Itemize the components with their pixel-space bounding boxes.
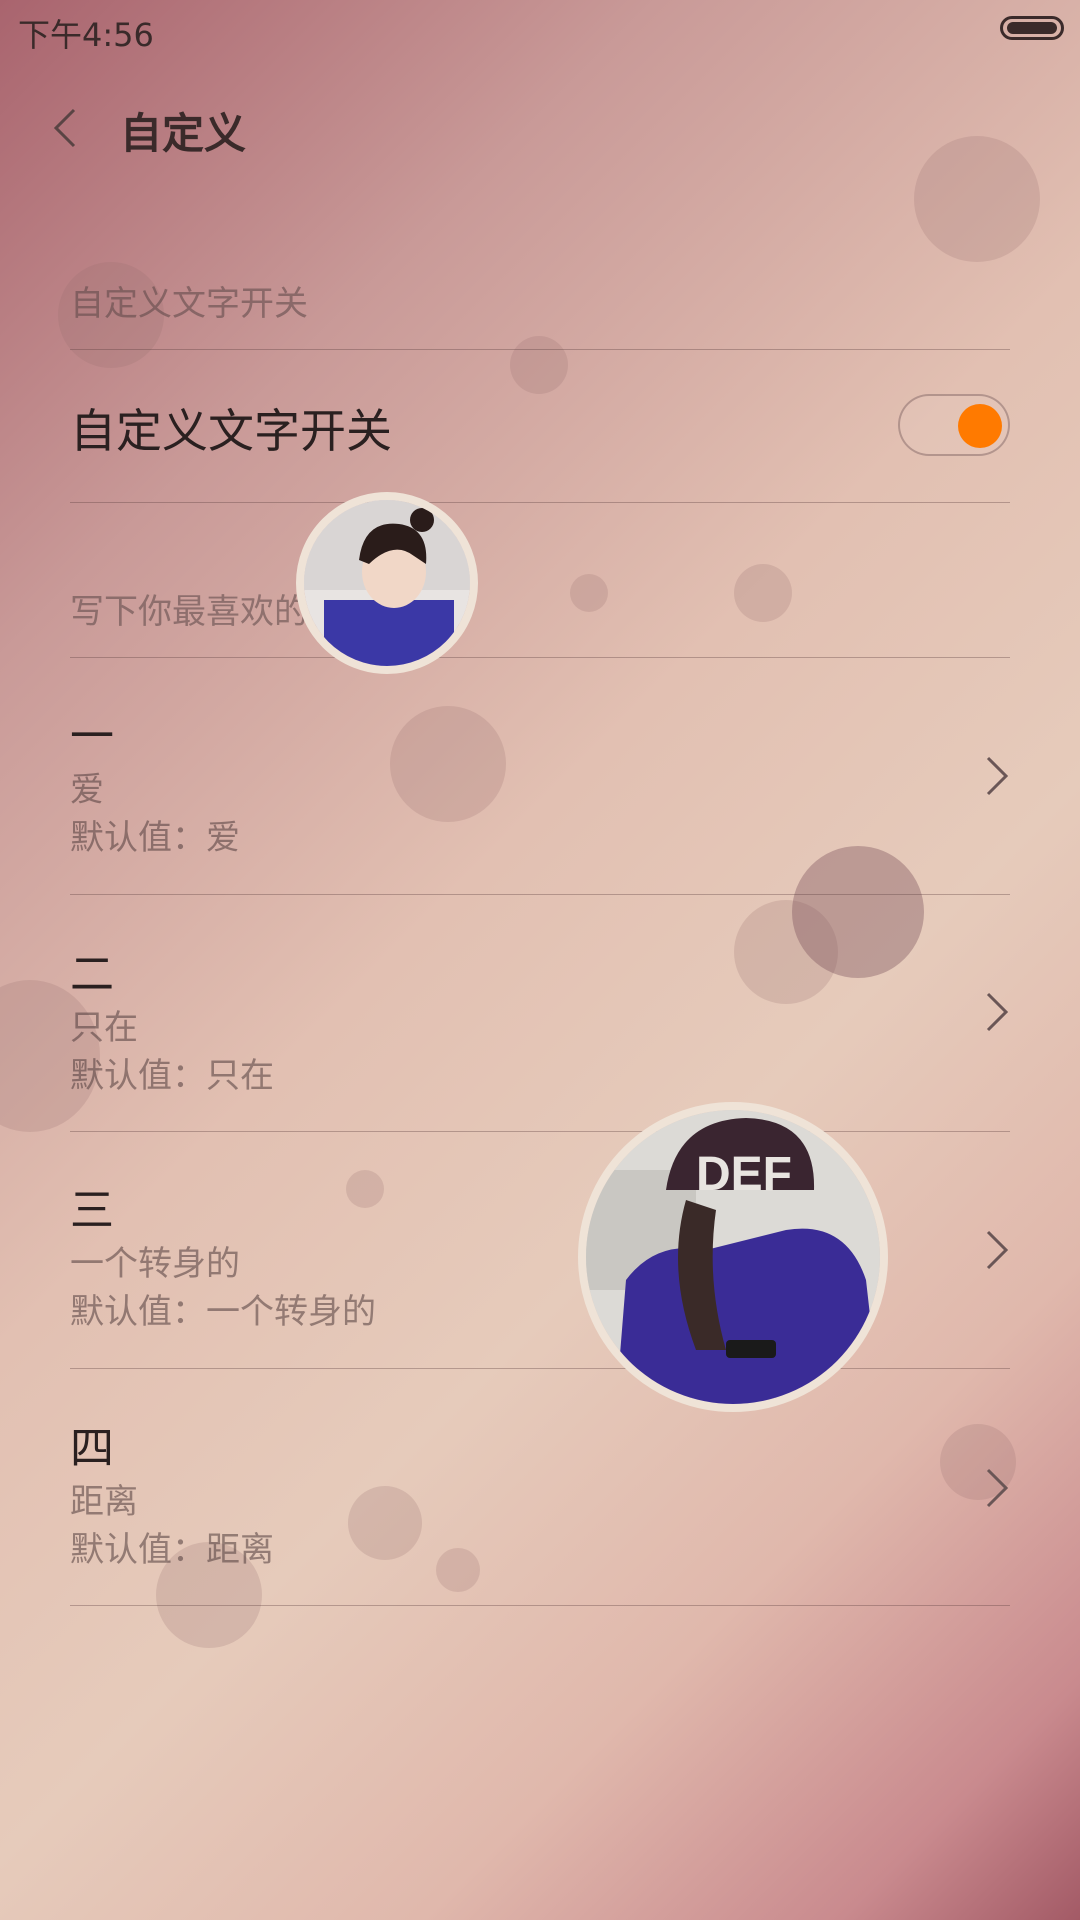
decorative-bubble <box>510 336 568 394</box>
item-title: 四 <box>70 1423 114 1474</box>
item-value: 只在 <box>70 1008 138 1048</box>
status-bar: 下午4:56 <box>0 0 1080 60</box>
header: 自定义 <box>0 90 1080 170</box>
divider <box>70 502 1010 503</box>
divider <box>70 1368 1010 1369</box>
status-time: 下午4:56 <box>18 16 154 54</box>
item-default: 默认值：只在 <box>70 1056 274 1096</box>
custom-text-toggle[interactable] <box>898 394 1010 456</box>
item-default: 默认值：距离 <box>70 1530 274 1570</box>
item-title: 三 <box>70 1185 114 1236</box>
svg-text:DEF: DEF <box>696 1148 792 1201</box>
page-title: 自定义 <box>120 109 247 158</box>
decorative-bubble <box>436 1548 480 1592</box>
item-title: 一 <box>70 711 114 762</box>
decorative-bubble <box>348 1486 422 1560</box>
chevron-right-icon <box>986 992 1009 1032</box>
item-value: 爱 <box>70 770 104 810</box>
item-default: 默认值：一个转身的 <box>70 1292 376 1332</box>
section-label-toggle: 自定义文字开关 <box>70 284 308 324</box>
chevron-right-icon <box>986 756 1009 796</box>
divider <box>70 1605 1010 1606</box>
back-chevron-icon[interactable] <box>44 104 92 152</box>
item-value: 一个转身的 <box>70 1244 240 1284</box>
battery-icon <box>1000 16 1064 40</box>
divider <box>70 657 1010 658</box>
decorative-bubble <box>390 706 506 822</box>
divider <box>70 349 1010 350</box>
decorative-bubble <box>346 1170 384 1208</box>
toggle-knob <box>958 404 1002 448</box>
divider <box>70 1131 1010 1132</box>
decorative-bubble <box>734 564 792 622</box>
toggle-row-label: 自定义文字开关 <box>70 404 392 458</box>
decorative-bubble <box>570 574 608 612</box>
chevron-right-icon <box>986 1230 1009 1270</box>
floating-avatar: DEF <box>578 1102 888 1412</box>
chevron-right-icon <box>986 1468 1009 1508</box>
floating-avatar <box>296 492 478 674</box>
item-title: 二 <box>70 949 114 1000</box>
item-value: 距离 <box>70 1482 138 1522</box>
decorative-bubble <box>792 846 924 978</box>
item-default: 默认值：爱 <box>70 818 240 858</box>
divider <box>70 894 1010 895</box>
